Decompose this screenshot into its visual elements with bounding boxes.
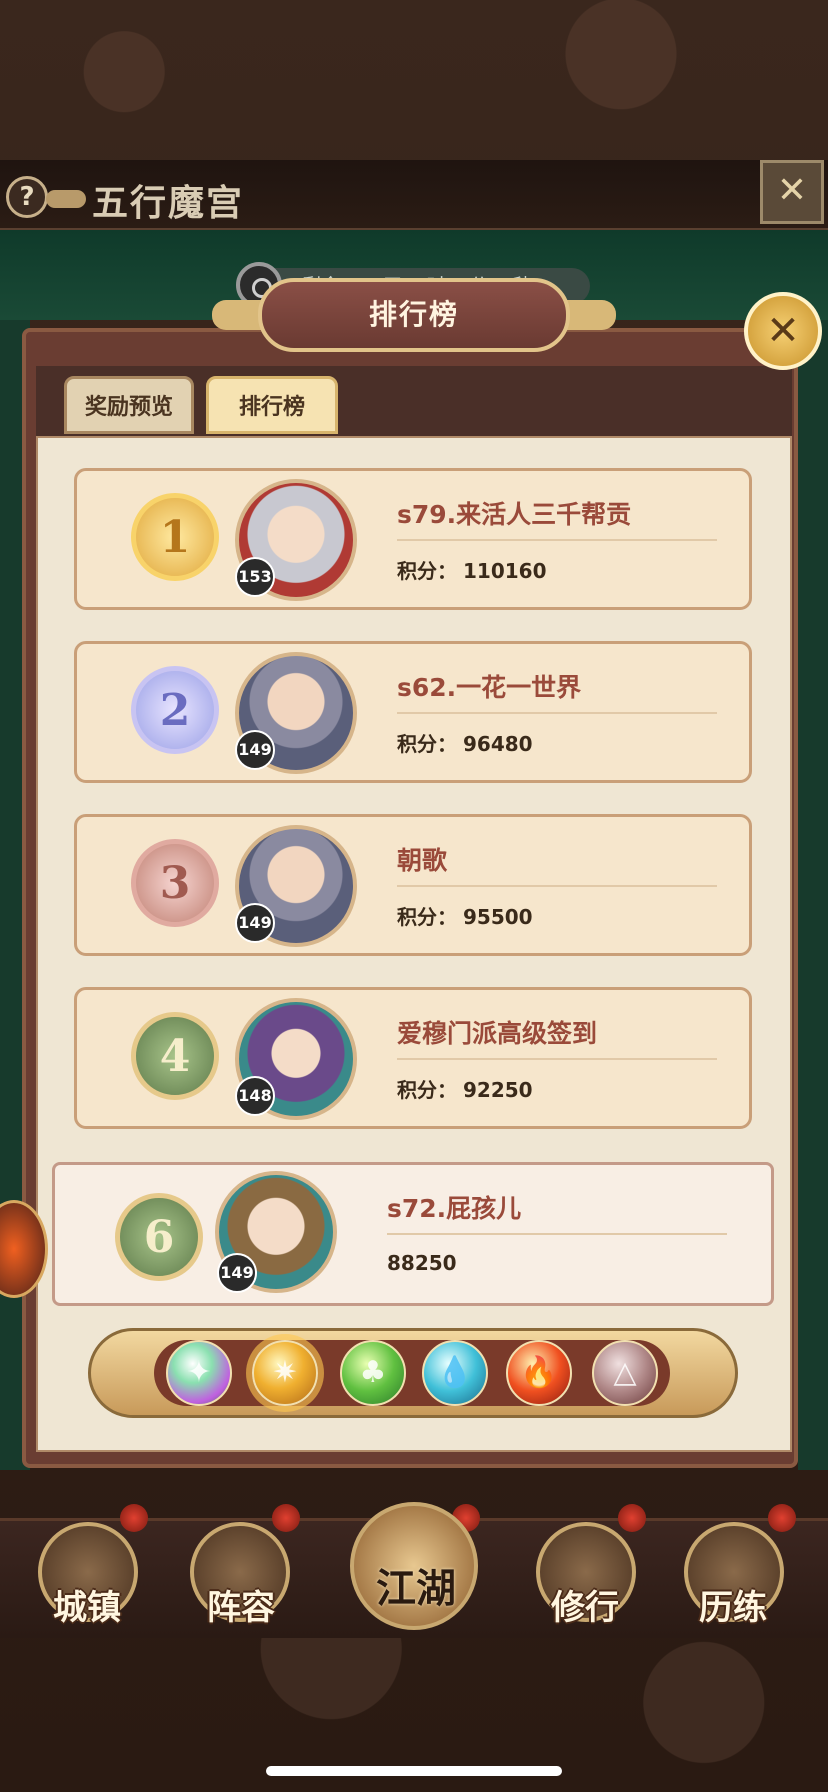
row-divider: [397, 1058, 717, 1060]
right-jade-border: [798, 320, 828, 1470]
nav-lineup-label: 阵容: [207, 1588, 275, 1628]
rank-medal-icon: 1: [131, 493, 219, 581]
chaos-orb-icon[interactable]: ✦: [166, 1340, 232, 1406]
window-title: 五行魔宫: [92, 182, 245, 224]
notification-dot: [272, 1504, 300, 1532]
ranking-row[interactable]: 3 149 朝歌 积分： 95500: [74, 814, 752, 956]
level-badge: 153: [235, 557, 275, 597]
my-ranking-row: 6 149 s72.屁孩儿 88250: [52, 1162, 774, 1306]
rank-medal-icon: 4: [131, 1012, 219, 1100]
notification-dot: [120, 1504, 148, 1532]
panel-close-button[interactable]: ✕: [744, 292, 822, 370]
notification-dot: [768, 1504, 796, 1532]
ranking-row[interactable]: 4 148 爱穆门派高级签到 积分： 92250: [74, 987, 752, 1129]
player-score: 88250: [387, 1251, 457, 1275]
player-name: 朝歌: [397, 846, 448, 875]
rank-medal-icon: 6: [115, 1193, 203, 1281]
top-bar: ? 五行魔宫: [0, 160, 828, 230]
cloud-decoration: [46, 190, 86, 208]
row-divider: [397, 885, 717, 887]
home-indicator[interactable]: [266, 1766, 562, 1776]
player-name: s62.一花一世界: [397, 673, 582, 702]
ranking-row[interactable]: 1 153 s79.来活人三千帮贡 积分： 110160: [74, 468, 752, 610]
metal-orb-icon[interactable]: ✷: [252, 1340, 318, 1406]
water-orb-icon[interactable]: 💧: [422, 1340, 488, 1406]
notification-dot: [618, 1504, 646, 1532]
nav-cultivation-label: 修行: [551, 1588, 619, 1628]
level-badge: 149: [235, 903, 275, 943]
row-divider: [397, 712, 717, 714]
player-score: 积分： 110160: [397, 559, 547, 583]
ranking-row[interactable]: 2 149 s62.一花一世界 积分： 96480: [74, 641, 752, 783]
player-score: 积分： 92250: [397, 1078, 533, 1102]
player-name: s79.来活人三千帮贡: [397, 500, 632, 529]
window-close-button[interactable]: ✕: [760, 160, 824, 224]
level-badge: 148: [235, 1076, 275, 1116]
nav-training-label: 历练: [699, 1588, 767, 1628]
earth-orb-icon[interactable]: △: [592, 1340, 658, 1406]
row-divider: [387, 1233, 727, 1235]
help-icon[interactable]: ?: [6, 176, 48, 218]
rank-medal-icon: 3: [131, 839, 219, 927]
row-divider: [397, 539, 717, 541]
wood-orb-icon[interactable]: ♣: [340, 1340, 406, 1406]
rank-medal-icon: 2: [131, 666, 219, 754]
nav-town-label: 城镇: [53, 1588, 121, 1628]
nav-jianghu-label: 江湖: [376, 1565, 456, 1612]
player-name: s72.屁孩儿: [387, 1194, 522, 1223]
player-score: 积分： 95500: [397, 905, 533, 929]
tab-ranking[interactable]: 排行榜: [206, 376, 338, 434]
level-badge: 149: [235, 730, 275, 770]
level-badge: 149: [217, 1253, 257, 1293]
panel-title: 排行榜: [258, 278, 570, 352]
player-score: 积分： 96480: [397, 732, 533, 756]
tab-reward-preview[interactable]: 奖励预览: [64, 376, 194, 434]
player-name: 爱穆门派高级签到: [397, 1019, 598, 1048]
fire-orb-icon[interactable]: 🔥: [506, 1340, 572, 1406]
